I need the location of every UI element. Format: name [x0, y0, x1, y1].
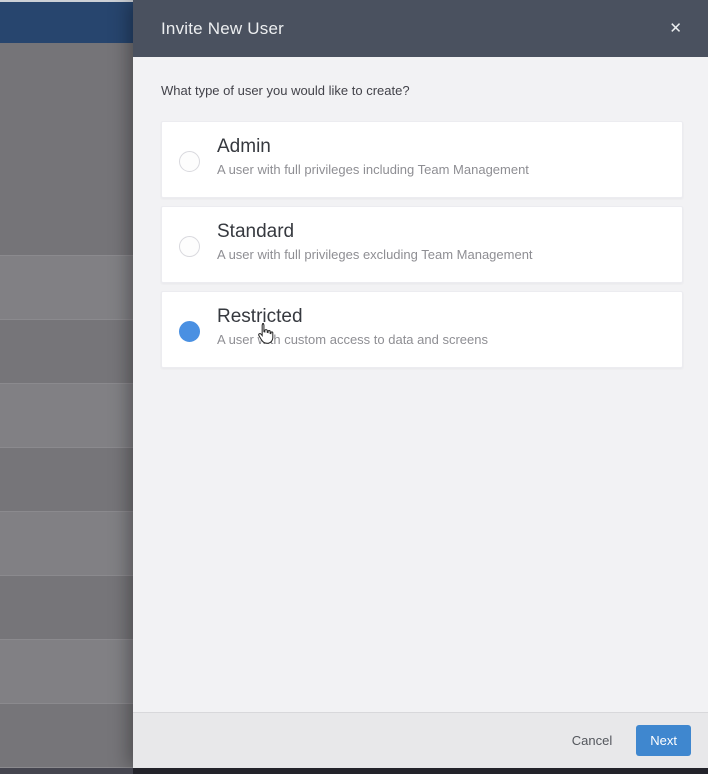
option-text: Admin A user with full privileges includ… [217, 135, 529, 177]
modal-title: Invite New User [161, 18, 284, 38]
option-card-restricted[interactable]: Restricted A user with custom access to … [161, 291, 683, 368]
option-description: A user with custom access to data and sc… [217, 332, 488, 347]
option-title: Admin [217, 136, 271, 157]
radio-unselected-icon[interactable] [179, 236, 200, 257]
user-type-options: Admin A user with full privileges includ… [161, 121, 683, 368]
radio-unselected-icon[interactable] [179, 151, 200, 172]
option-card-admin[interactable]: Admin A user with full privileges includ… [161, 121, 683, 198]
option-text: Restricted A user with custom access to … [217, 305, 488, 347]
next-button[interactable]: Next [636, 725, 691, 756]
modal-body: What type of user you would like to crea… [133, 57, 708, 712]
option-description: A user with full privileges excluding Te… [217, 247, 533, 262]
cancel-button[interactable]: Cancel [570, 727, 614, 754]
option-title: Restricted [217, 306, 303, 327]
radio-selected-icon[interactable] [179, 321, 200, 342]
invite-new-user-modal: Invite New User ✕ What type of user you … [133, 0, 708, 768]
bottom-strip-right [133, 768, 708, 774]
screen: Invite New User ✕ What type of user you … [0, 0, 708, 774]
close-icon[interactable]: ✕ [663, 15, 688, 42]
option-title: Standard [217, 221, 295, 242]
app-topbar [0, 2, 133, 43]
option-description: A user with full privileges including Te… [217, 162, 529, 177]
table-rows-background [0, 255, 133, 768]
modal-footer: Cancel Next [133, 712, 708, 768]
option-text: Standard A user with full privileges exc… [217, 220, 533, 262]
option-card-standard[interactable]: Standard A user with full privileges exc… [161, 206, 683, 283]
modal-header: Invite New User ✕ [133, 0, 708, 57]
question-text: What type of user you would like to crea… [161, 83, 410, 98]
bottom-strip [0, 768, 708, 774]
page-header-block [0, 43, 133, 255]
bottom-strip-left [0, 768, 133, 774]
